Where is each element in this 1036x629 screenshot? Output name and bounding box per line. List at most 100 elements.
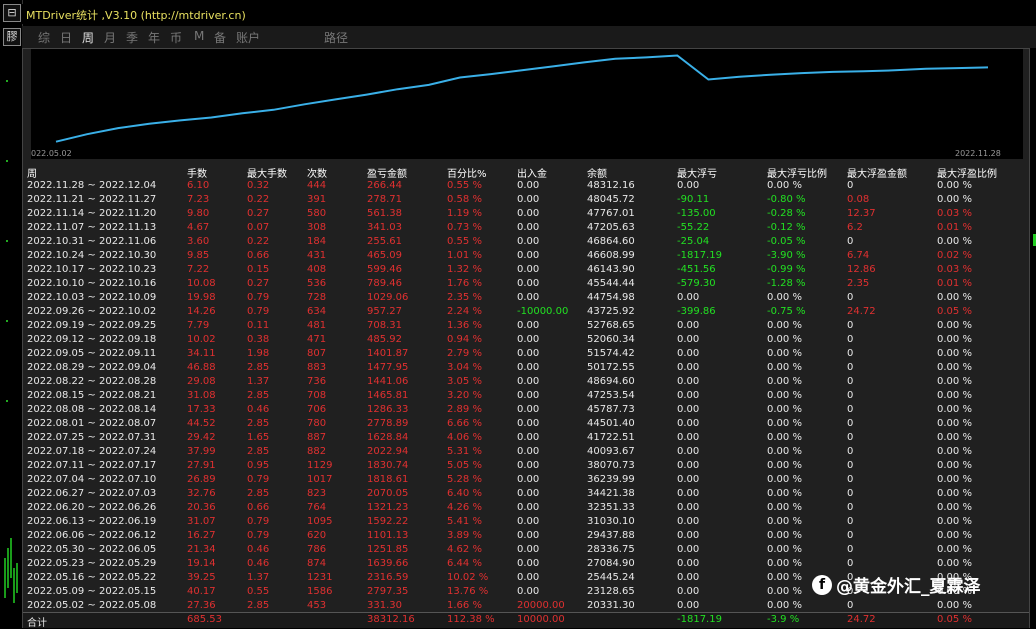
table-cell: 0.03 % (937, 264, 972, 275)
tab-day[interactable]: 日 (60, 29, 72, 46)
table-cell: 32.76 (187, 488, 216, 499)
table-cell: -579.30 (677, 278, 716, 289)
table-row[interactable]: 2022.05.23 ~ 2022.05.29 19.14 0.46 874 1639.… (23, 558, 1029, 572)
column-header[interactable]: 盈亏金额 (367, 165, 407, 180)
minimize-icon[interactable]: ⊟ (3, 4, 21, 22)
table-cell: 0.00 % (767, 376, 802, 387)
table-cell: 0.00 % (937, 180, 972, 191)
tab-quarter[interactable]: 季 (126, 29, 138, 46)
strip-dot (6, 320, 8, 322)
table-cell: 3.89 % (447, 530, 482, 541)
table-cell: 52768.65 (587, 320, 635, 331)
table-row[interactable]: 2022.08.15 ~ 2022.08.21 31.08 2.85 708 1465.… (23, 390, 1029, 404)
table-row[interactable]: 2022.10.10 ~ 2022.10.16 10.08 0.27 536 789.4… (23, 278, 1029, 292)
tab-m[interactable]: M (194, 29, 204, 43)
table-row[interactable]: 2022.10.17 ~ 2022.10.23 7.22 0.15 408 599.46… (23, 264, 1029, 278)
table-row[interactable]: 2022.08.01 ~ 2022.08.07 44.52 2.85 780 2778.… (23, 418, 1029, 432)
table-cell: 0 (847, 558, 854, 569)
table-row[interactable]: 2022.11.21 ~ 2022.11.27 7.23 0.22 391 278.71… (23, 194, 1029, 208)
table-cell: -25.04 (677, 236, 710, 247)
table-row[interactable]: 2022.11.14 ~ 2022.11.20 9.80 0.27 580 561.38… (23, 208, 1029, 222)
table-row[interactable]: 2022.09.19 ~ 2022.09.25 7.79 0.11 481 708.31… (23, 320, 1029, 334)
table-cell: 21.34 (187, 544, 216, 555)
tab-path[interactable]: 路径 (324, 29, 348, 46)
table-cell: 31.08 (187, 390, 216, 401)
column-header[interactable]: 最大浮盈金额 (847, 165, 907, 180)
table-row[interactable]: 2022.07.18 ~ 2022.07.24 37.99 2.85 882 2022.… (23, 446, 1029, 460)
table-cell: 20000.00 (517, 600, 565, 611)
tab-summary[interactable]: 综 (38, 29, 50, 46)
table-row[interactable]: 2022.09.26 ~ 2022.10.02 14.26 0.79 634 957.2… (23, 306, 1029, 320)
table-cell: 0.00 (677, 292, 700, 303)
table-cell: -90.11 (677, 194, 710, 205)
table-row[interactable]: 2022.06.06 ~ 2022.06.12 16.27 0.79 620 1101.… (23, 530, 1029, 544)
table-cell: 0.66 (247, 502, 270, 513)
tab-year[interactable]: 年 (148, 29, 160, 46)
table-cell: 0.00 % (767, 320, 802, 331)
tab-account[interactable]: 账户 (236, 29, 260, 46)
watermark-text: @黄金外汇_夏霖泽 (836, 577, 981, 597)
table-cell: 2022.08.15 ~ 2022.08.21 (27, 390, 157, 401)
column-header[interactable]: 次数 (307, 165, 327, 180)
table-cell: -0.05 % (767, 236, 806, 247)
column-header[interactable]: 最大手数 (247, 165, 287, 180)
table-cell: 2022.05.30 ~ 2022.06.05 (27, 544, 157, 555)
table-cell: 0.00 (517, 236, 540, 247)
toolbar-button[interactable]: 膠 (3, 28, 21, 46)
table-cell: 0.00 (677, 516, 700, 527)
column-header[interactable]: 余额 (587, 165, 607, 180)
table-row[interactable]: 2022.10.24 ~ 2022.10.30 9.85 0.66 431 465.09… (23, 250, 1029, 264)
table-cell: 48694.60 (587, 376, 635, 387)
strip-dot (6, 400, 8, 402)
table-row[interactable]: 2022.09.12 ~ 2022.09.18 10.02 0.38 471 485.9… (23, 334, 1029, 348)
column-header[interactable]: 最大浮亏比例 (767, 165, 827, 180)
table-cell: 1.76 % (447, 278, 482, 289)
tab-currency[interactable]: 币 (170, 29, 182, 46)
table-row[interactable]: 2022.05.30 ~ 2022.06.05 21.34 0.46 786 1251.… (23, 544, 1029, 558)
table-cell: 0 (847, 348, 854, 359)
table-cell: 0.00 (517, 530, 540, 541)
table-cell: 23128.65 (587, 586, 635, 597)
column-header[interactable]: 周 (27, 165, 37, 180)
column-header[interactable]: 百分比% (447, 165, 487, 180)
table-row[interactable]: 2022.06.13 ~ 2022.06.19 31.07 0.79 1095 1592… (23, 516, 1029, 530)
table-row[interactable]: 2022.10.03 ~ 2022.10.09 19.98 0.79 728 1029.… (23, 292, 1029, 306)
table-cell: 38070.73 (587, 460, 635, 471)
table-cell: 0.79 (247, 516, 270, 527)
tab-notes[interactable]: 备 (214, 29, 226, 46)
table-row[interactable]: 2022.08.22 ~ 2022.08.28 29.08 1.37 736 1441.… (23, 376, 1029, 390)
table-cell: 1.32 % (447, 264, 482, 275)
table-row[interactable]: 2022.06.27 ~ 2022.07.03 32.76 2.85 823 2070.… (23, 488, 1029, 502)
column-header[interactable]: 出入金 (517, 165, 547, 180)
table-cell: 0.00 % (937, 320, 972, 331)
table-row[interactable]: 2022.07.25 ~ 2022.07.31 29.42 1.65 887 1628.… (23, 432, 1029, 446)
table-row[interactable]: 2022.11.07 ~ 2022.11.13 4.67 0.07 308 341.03… (23, 222, 1029, 236)
table-cell: 0.00 (677, 530, 700, 541)
table-cell: 883 (307, 362, 327, 373)
table-row[interactable]: 2022.08.29 ~ 2022.09.04 46.88 2.85 883 1477.… (23, 362, 1029, 376)
table-row[interactable]: 2022.10.31 ~ 2022.11.06 3.60 0.22 184 255.61… (23, 236, 1029, 250)
table-row[interactable]: 2022.11.28 ~ 2022.12.04 6.10 0.32 444 266.44… (23, 180, 1029, 194)
column-header[interactable]: 最大浮亏 (677, 165, 717, 180)
tab-month[interactable]: 月 (104, 29, 116, 46)
table-cell: 48045.72 (587, 194, 635, 205)
column-header[interactable]: 手数 (187, 165, 207, 180)
table-row[interactable]: 2022.07.11 ~ 2022.07.17 27.91 0.95 1129 1830… (23, 460, 1029, 474)
table-row[interactable]: 2022.06.20 ~ 2022.06.26 20.36 0.66 764 1321.… (23, 502, 1029, 516)
table-row[interactable]: 2022.08.08 ~ 2022.08.14 17.33 0.46 706 1286.… (23, 404, 1029, 418)
table-cell: 0.00 (517, 348, 540, 359)
table-cell: 0.22 (247, 236, 270, 247)
table-row[interactable]: 2022.07.04 ~ 2022.07.10 26.89 0.79 1017 1818… (23, 474, 1029, 488)
table-row[interactable]: 2022.09.05 ~ 2022.09.11 34.11 1.98 807 1401.… (23, 348, 1029, 362)
table-cell: 0 (847, 236, 854, 247)
table-cell: 2022.10.24 ~ 2022.10.30 (27, 250, 157, 261)
column-header[interactable]: 最大浮盈比例 (937, 165, 997, 180)
table-cell: 0.00 (677, 600, 700, 611)
table-cell: 0.00 % (767, 180, 802, 191)
table-cell: 37.99 (187, 446, 216, 457)
table-cell: 471 (307, 334, 327, 345)
table-cell: 0.00 (517, 376, 540, 387)
table-cell: 2022.09.05 ~ 2022.09.11 (27, 348, 157, 359)
equity-chart (31, 49, 1023, 159)
tab-week[interactable]: 周 (82, 29, 94, 46)
